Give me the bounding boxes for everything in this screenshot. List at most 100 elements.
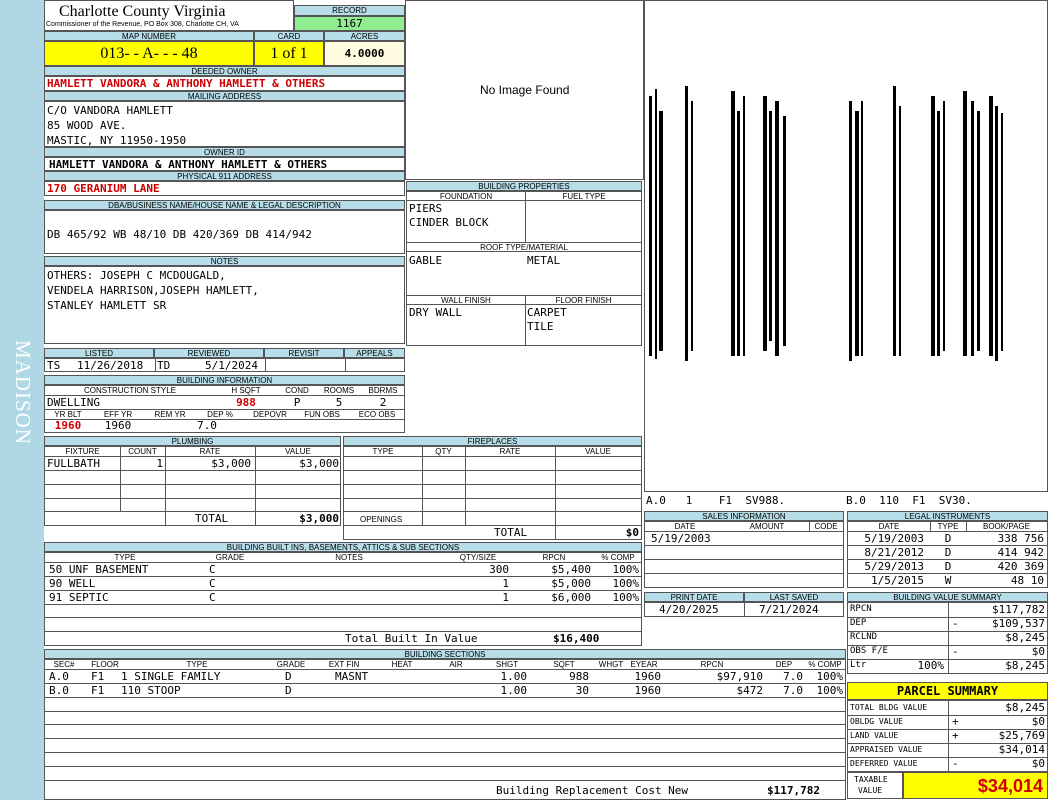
rooms-label: ROOMS <box>323 386 355 395</box>
yrblt-value: 1960 <box>54 419 82 432</box>
plumbing-fixture: FULLBATH <box>47 457 100 470</box>
built-ins-label: BUILDING BUILT INS, BASEMENTS, ATTICS & … <box>44 542 642 552</box>
bi-total-label: Total Built In Value <box>345 632 478 645</box>
listed-label: LISTED <box>44 348 154 358</box>
vs-ltr-pct: 100% <box>917 659 945 672</box>
reviewed-by: TD <box>157 359 171 372</box>
legal-row-4-type: W <box>944 574 952 587</box>
revisit-label: REVISIT <box>264 348 344 358</box>
notes: OTHERS: JOSEPH C MCDOUGALD, VENDELA HARR… <box>44 266 405 344</box>
sketch-label-b: B.0 110 F1 SV30. <box>846 494 972 507</box>
sec-h-extfin: EXT FIN <box>328 660 360 669</box>
vs-rclnd: $8,245 <box>1005 631 1045 644</box>
rooms-value: 5 <box>335 396 343 409</box>
plumbing-table: FIXTURE COUNT RATE VALUE FULLBATH 1 $3,0… <box>44 446 341 526</box>
ps-tbv: $8,245 <box>1005 701 1045 714</box>
mailing-address: C/O VANDORA HAMLETT 85 WOOD AVE. MASTIC,… <box>44 101 405 147</box>
fireplace-value-header: VALUE <box>585 447 611 456</box>
no-image-text: No Image Found <box>480 83 570 97</box>
built-ins-table: TYPE GRADE NOTES QTY/SIZE RPCN % COMP 50… <box>44 552 642 646</box>
physical-address: 170 GERANIUM LANE <box>44 181 405 196</box>
sales-amount-header: AMOUNT <box>749 522 785 531</box>
dep-label: DEP % <box>207 410 233 419</box>
taxable-label-1: TAXABLE <box>854 775 888 784</box>
legal-instruments-label: LEGAL INSTRUMENTS <box>847 511 1048 521</box>
bi-row-3-qty: 1 <box>502 591 509 604</box>
dep-value: 7.0 <box>197 419 217 432</box>
sec-row-1-floor: F1 <box>91 670 105 683</box>
bi-comp-header: % COMP <box>601 553 635 562</box>
sec-h-shgt: SHGT <box>495 660 519 669</box>
roof-type: GABLE <box>409 254 443 267</box>
print-date-label: PRINT DATE <box>644 592 744 602</box>
floor-finish-label: FLOOR FINISH <box>525 295 641 305</box>
sec-row-1-extfin: MASNT <box>335 670 369 683</box>
foundation-1: PIERS <box>409 202 443 215</box>
sales-code-header: CODE <box>814 522 838 531</box>
sec-row-2-sec: B.0 <box>49 684 69 697</box>
sec-row-1-type: 1 SINGLE FAMILY <box>121 670 221 683</box>
sec-row-2-comp: 100% <box>816 684 844 697</box>
bi-qty-header: QTY/SIZE <box>459 553 497 562</box>
sec-h-eyear: EYEAR <box>630 660 658 669</box>
plumbing-count-header: COUNT <box>128 447 157 456</box>
legal-row-2-type: D <box>944 546 952 559</box>
bi-row-2-rpcn: $5,000 <box>551 577 591 590</box>
plumbing-value-header: VALUE <box>285 447 311 456</box>
mailing-line-1: C/O VANDORA HAMLETT <box>47 104 173 117</box>
sec-h-comp: % COMP <box>808 660 842 669</box>
sec-row-2-eyear: 1960 <box>634 684 662 697</box>
reviewed-label: REVIEWED <box>154 348 264 358</box>
floor-finish-1: CARPET <box>527 306 567 319</box>
construction-style-label: CONSTRUCTION STYLE <box>83 386 176 395</box>
ps-appraised: $34,014 <box>998 743 1045 756</box>
taxable-value: $34,014 <box>903 772 1048 799</box>
plumbing-total: $3,000 <box>299 512 339 525</box>
bi-rpcn-header: RPCN <box>542 553 566 562</box>
building-sketch <box>644 0 1048 492</box>
vs-ltr: $8,245 <box>1005 659 1045 672</box>
cond-value: P <box>293 396 301 409</box>
plumbing-fixture-header: FIXTURE <box>65 447 100 456</box>
vs-dep: $109,537 <box>992 617 1045 630</box>
sec-row-1-sqft: 988 <box>569 670 589 683</box>
legal-row-3-book: 420 369 <box>997 560 1044 573</box>
roof-material: METAL <box>527 254 561 267</box>
brcn-value: $117,782 <box>767 784 820 797</box>
legal-row-4-date: 1/5/2015 <box>871 574 924 587</box>
building-properties: FOUNDATION FUEL TYPE PIERS CINDER BLOCK … <box>406 191 642 346</box>
sec-row-1-dep: 7.0 <box>783 670 803 683</box>
legal-instruments-table: DATE TYPE BOOK/PAGE 5/19/2003 D 338 756 … <box>847 521 1048 588</box>
sec-h-rpcn: RPCN <box>700 660 724 669</box>
listed-by: TS <box>47 359 61 372</box>
ps-land: $25,769 <box>998 729 1045 742</box>
print-info: 4/20/2025 7/21/2024 <box>644 602 844 617</box>
legal-row-2-book: 414 942 <box>997 546 1044 559</box>
district-sidebar: MADISON <box>0 0 44 800</box>
sec-row-1-eyear: 1960 <box>634 670 662 683</box>
legal-row-1-book: 338 756 <box>997 532 1044 545</box>
bi-row-1-type: 50 UNF BASEMENT <box>49 563 149 576</box>
sec-row-1-rpcn: $97,910 <box>716 670 763 683</box>
floor-finish-2: TILE <box>527 320 554 333</box>
notes-label: NOTES <box>44 256 405 266</box>
bi-row-3-grade: C <box>209 591 216 604</box>
record-label: RECORD <box>294 5 405 16</box>
vs-obs: $0 <box>1031 645 1045 658</box>
ps-land-label: LAND VALUE <box>850 731 899 740</box>
sec-row-2-type: 110 STOOP <box>121 684 181 697</box>
sec-h-floor: FLOOR <box>91 660 119 669</box>
depovr-label: DEPOVR <box>253 410 287 419</box>
yrblt-label: YR BLT <box>54 410 82 419</box>
map-number: 013- - A- - - 48 <box>44 41 254 66</box>
sec-h-heat: HEAT <box>391 660 413 669</box>
bi-total: $16,400 <box>553 632 600 645</box>
card-label: CARD <box>254 31 324 41</box>
photo-frame: No Image Found <box>405 0 644 180</box>
sales-info-label: SALES INFORMATION <box>644 511 844 521</box>
building-sections-table: SEC# FLOOR TYPE GRADE EXT FIN HEAT AIR S… <box>44 659 846 800</box>
plumbing-label: PLUMBING <box>44 436 341 446</box>
last-saved-label: LAST SAVED <box>744 592 844 602</box>
fireplace-qty-header: QTY <box>435 447 452 456</box>
sec-row-1-sec: A.0 <box>49 670 69 683</box>
